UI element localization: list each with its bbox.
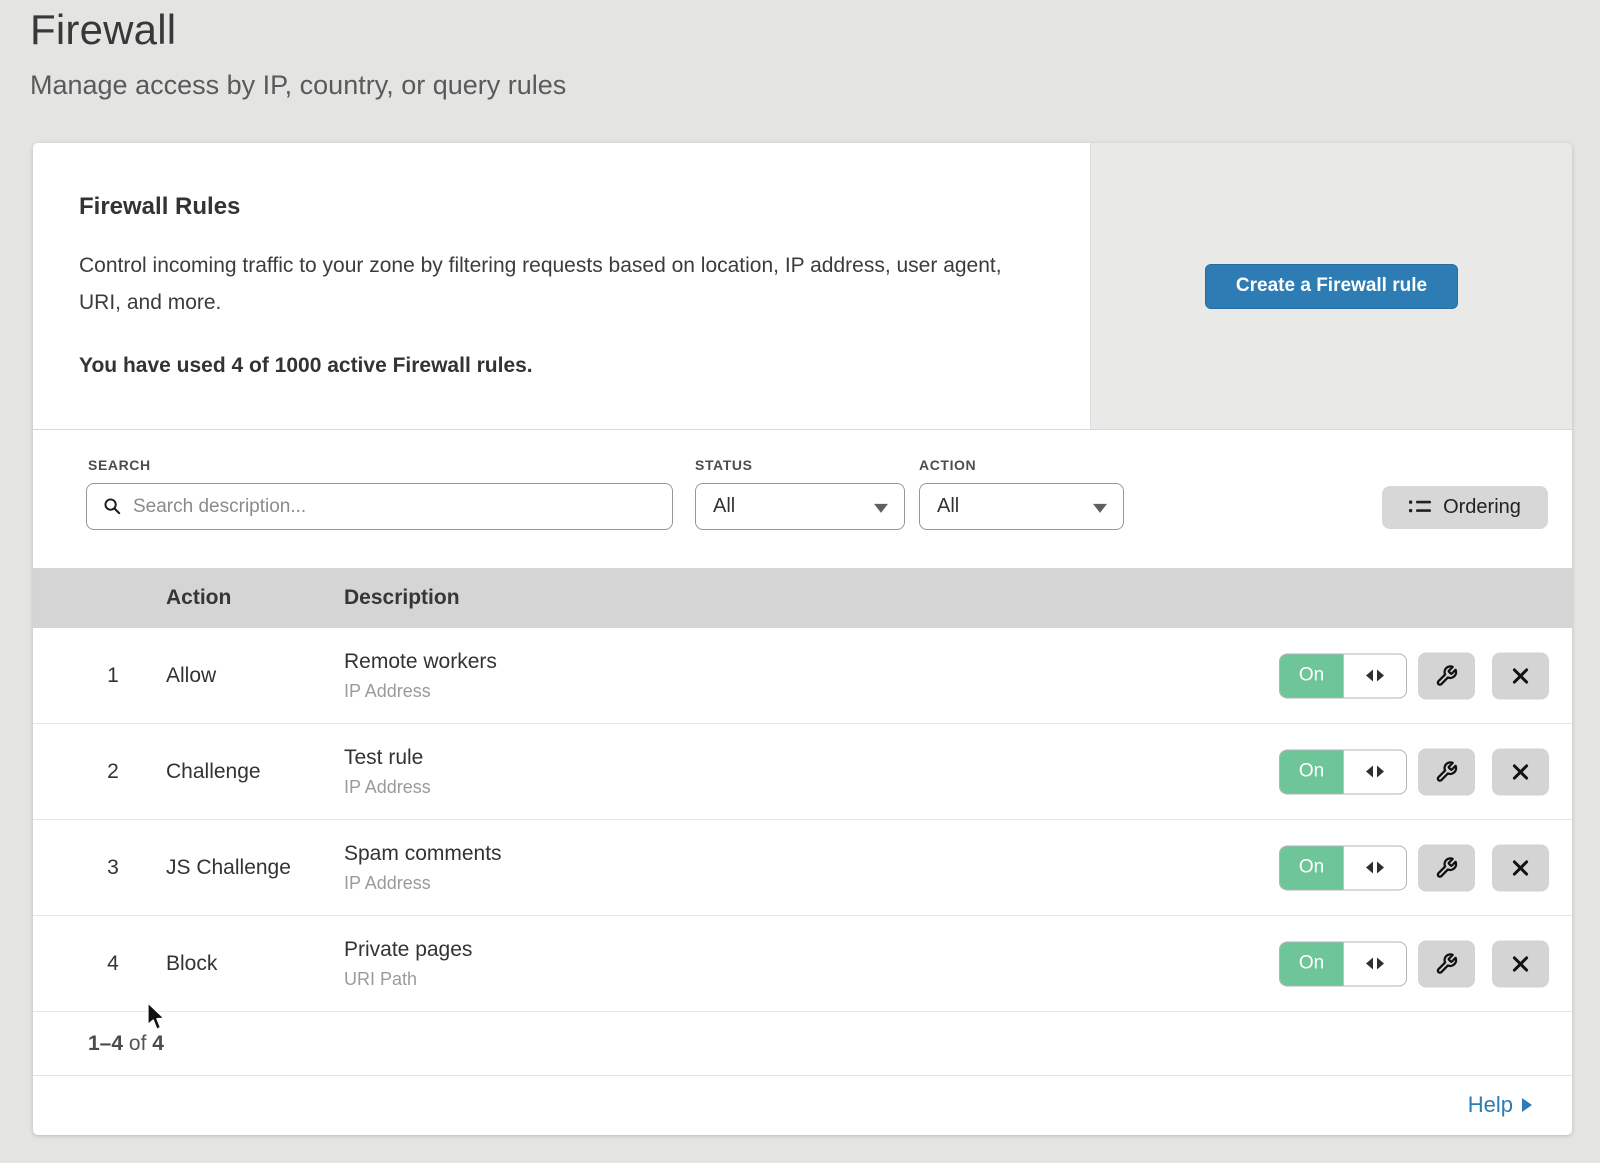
card-footer: Help — [33, 1076, 1572, 1134]
rule-description-cell: Test rule IP Address — [344, 746, 431, 798]
page-title: Firewall — [30, 6, 566, 54]
pagination-total: 4 — [152, 1032, 164, 1055]
rule-enabled-toggle[interactable]: On — [1279, 941, 1407, 986]
search-box[interactable] — [86, 483, 673, 530]
pagination-of: of — [129, 1032, 147, 1055]
help-link[interactable]: Help — [1468, 1092, 1532, 1118]
usage-note: You have used 4 of 1000 active Firewall … — [79, 354, 1044, 378]
status-select[interactable]: All — [695, 483, 905, 530]
delete-rule-button[interactable] — [1492, 652, 1549, 699]
ordering-button[interactable]: Ordering — [1382, 486, 1548, 529]
edit-rule-button[interactable] — [1418, 940, 1475, 987]
create-firewall-rule-button[interactable]: Create a Firewall rule — [1205, 264, 1458, 309]
chevron-down-icon — [1093, 503, 1107, 512]
overview-action-panel: Create a Firewall rule — [1090, 143, 1572, 429]
rule-action: Block — [166, 952, 217, 976]
wrench-icon — [1435, 856, 1458, 879]
toggle-on-label: On — [1280, 846, 1344, 889]
rule-description: Remote workers — [344, 650, 497, 674]
page-header: Firewall Manage access by IP, country, o… — [30, 6, 566, 101]
toggle-on-label: On — [1280, 942, 1344, 985]
rule-action: Challenge — [166, 760, 261, 784]
table-row: 2 Challenge Test rule IP Address On — [33, 724, 1572, 820]
chevron-down-icon — [874, 503, 888, 512]
pagination-range: 1–4 — [88, 1032, 123, 1055]
edit-rule-button[interactable] — [1418, 748, 1475, 795]
wrench-icon — [1435, 760, 1458, 783]
toggle-slider-icon — [1344, 654, 1406, 697]
rule-priority: 3 — [93, 856, 133, 880]
rule-priority: 1 — [93, 664, 133, 688]
edit-rule-button[interactable] — [1418, 652, 1475, 699]
delete-rule-button[interactable] — [1492, 940, 1549, 987]
rule-match-type: IP Address — [344, 777, 431, 798]
help-label: Help — [1468, 1092, 1513, 1118]
wrench-icon — [1435, 952, 1458, 975]
rule-description: Spam comments — [344, 842, 502, 866]
rule-description-cell: Remote workers IP Address — [344, 650, 497, 702]
column-header-description: Description — [344, 586, 460, 610]
rule-description-cell: Spam comments IP Address — [344, 842, 502, 894]
overview-heading: Firewall Rules — [79, 193, 1044, 221]
ordering-button-label: Ordering — [1443, 496, 1521, 519]
page-subtitle: Manage access by IP, country, or query r… — [30, 70, 566, 101]
toggle-slider-icon — [1344, 750, 1406, 793]
rule-enabled-toggle[interactable]: On — [1279, 845, 1407, 890]
rule-match-type: IP Address — [344, 681, 497, 702]
rule-description: Test rule — [344, 746, 431, 770]
rule-priority: 2 — [93, 760, 133, 784]
rule-enabled-toggle[interactable]: On — [1279, 653, 1407, 698]
search-icon — [102, 496, 123, 517]
rule-match-type: URI Path — [344, 969, 472, 990]
table-header: Action Description — [33, 568, 1572, 628]
rule-description-cell: Private pages URI Path — [344, 938, 472, 990]
status-label: STATUS — [695, 457, 753, 473]
pagination-text: 1–4 of 4 — [88, 1032, 164, 1056]
arrow-right-icon — [1522, 1098, 1532, 1112]
overview-section: Firewall Rules Control incoming traffic … — [33, 143, 1572, 430]
toggle-slider-icon — [1344, 846, 1406, 889]
rule-priority: 4 — [93, 952, 133, 976]
wrench-icon — [1435, 664, 1458, 687]
toggle-slider-icon — [1344, 942, 1406, 985]
rule-enabled-toggle[interactable]: On — [1279, 749, 1407, 794]
firewall-rules-card: Firewall Rules Control incoming traffic … — [33, 143, 1572, 1135]
delete-rule-button[interactable] — [1492, 844, 1549, 891]
action-selected-value: All — [937, 495, 959, 518]
overview-text-panel: Firewall Rules Control incoming traffic … — [33, 143, 1090, 429]
status-selected-value: All — [713, 495, 735, 518]
table-row: 3 JS Challenge Spam comments IP Address … — [33, 820, 1572, 916]
table-row: 1 Allow Remote workers IP Address On — [33, 628, 1572, 724]
ordered-list-icon — [1409, 499, 1431, 516]
toggle-on-label: On — [1280, 750, 1344, 793]
close-icon — [1510, 761, 1531, 782]
edit-rule-button[interactable] — [1418, 844, 1475, 891]
rule-action: JS Challenge — [166, 856, 291, 880]
rule-description: Private pages — [344, 938, 472, 962]
table-row: 4 Block Private pages URI Path On — [33, 916, 1572, 1012]
close-icon — [1510, 953, 1531, 974]
action-label: ACTION — [919, 457, 976, 473]
delete-rule-button[interactable] — [1492, 748, 1549, 795]
overview-description: Control incoming traffic to your zone by… — [79, 247, 1029, 321]
search-label: SEARCH — [88, 457, 151, 473]
column-header-action: Action — [166, 586, 231, 610]
filter-bar: SEARCH STATUS All ACTION All Orde — [33, 430, 1572, 568]
pagination-bar: 1–4 of 4 — [33, 1012, 1572, 1076]
close-icon — [1510, 857, 1531, 878]
search-input[interactable] — [133, 496, 653, 518]
rule-match-type: IP Address — [344, 873, 502, 894]
action-select[interactable]: All — [919, 483, 1124, 530]
close-icon — [1510, 665, 1531, 686]
toggle-on-label: On — [1280, 654, 1344, 697]
rule-action: Allow — [166, 664, 216, 688]
